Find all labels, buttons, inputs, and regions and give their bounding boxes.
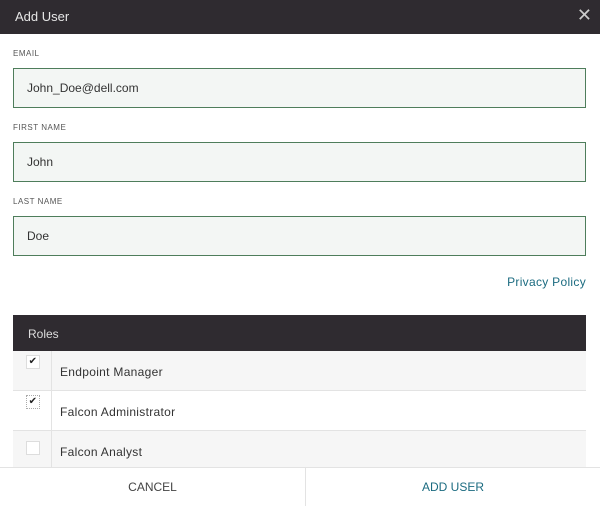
dialog-header: Add User ✕	[0, 0, 600, 34]
role-checkbox-unchecked[interactable]	[26, 441, 40, 455]
email-field[interactable]	[13, 68, 586, 108]
last-name-label: LAST NAME	[13, 197, 63, 206]
dialog-title: Add User	[15, 9, 70, 24]
roles-table: Roles ✔ Endpoint Manager ✔ Falcon Admini…	[13, 315, 586, 471]
add-user-button[interactable]: ADD USER	[306, 468, 600, 506]
role-row: ✔ Endpoint Manager	[13, 351, 586, 391]
first-name-field[interactable]	[13, 142, 586, 182]
first-name-label: FIRST NAME	[13, 123, 67, 132]
roles-header: Roles	[13, 315, 586, 351]
email-label: EMAIL	[13, 49, 40, 58]
role-row: Falcon Analyst	[13, 431, 586, 471]
role-checkbox-checked[interactable]: ✔	[26, 395, 40, 409]
cancel-button[interactable]: CANCEL	[0, 468, 306, 506]
role-checkbox-checked[interactable]: ✔	[26, 355, 40, 369]
last-name-field[interactable]	[13, 216, 586, 256]
close-icon[interactable]: ✕	[577, 5, 592, 25]
role-row: ✔ Falcon Administrator	[13, 391, 586, 431]
role-label: Endpoint Manager	[60, 365, 163, 379]
dialog-footer: CANCEL ADD USER	[0, 467, 600, 506]
role-label: Falcon Administrator	[60, 405, 176, 419]
role-label: Falcon Analyst	[60, 445, 143, 459]
privacy-policy-link[interactable]: Privacy Policy	[507, 275, 586, 289]
